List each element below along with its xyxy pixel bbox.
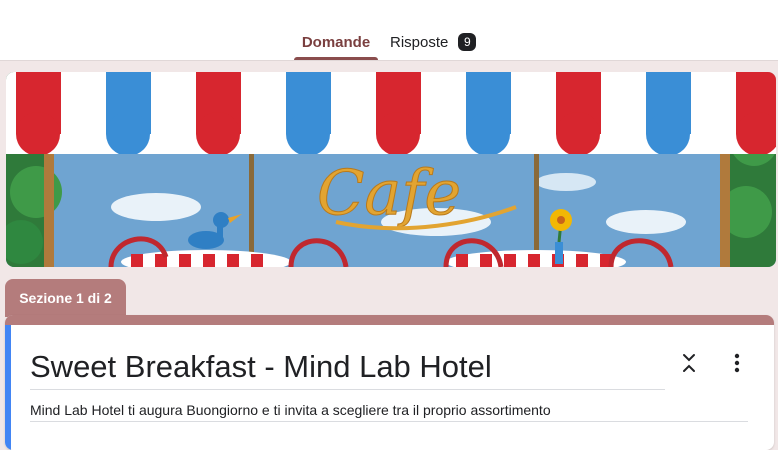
- card-focus-bar: [5, 325, 11, 450]
- cafe-sign-text: Cafe: [317, 156, 461, 229]
- responses-count-badge: 9: [458, 33, 477, 51]
- more-vert-icon: [734, 353, 740, 373]
- header-image: Cafe: [6, 72, 776, 267]
- tab-responses-label: Risposte: [390, 34, 449, 51]
- section-label: Sezione 1 di 2: [19, 290, 112, 306]
- form-header-card: Sweet Breakfast - Mind Lab Hotel Mind La…: [5, 315, 774, 450]
- tab-questions-label: Domande: [301, 34, 371, 51]
- collapse-icon: [683, 354, 695, 372]
- cafe-illustration: Cafe: [6, 72, 776, 267]
- section-indicator: Sezione 1 di 2: [5, 279, 126, 317]
- form-description[interactable]: Mind Lab Hotel ti augura Buongiorno e ti…: [30, 399, 748, 422]
- tab-responses[interactable]: Risposte 9: [390, 32, 477, 60]
- collapse-section-button[interactable]: [677, 351, 701, 375]
- tab-questions[interactable]: Domande: [294, 32, 378, 60]
- form-title[interactable]: Sweet Breakfast - Mind Lab Hotel: [30, 345, 665, 390]
- top-tab-bar: Domande Risposte 9: [0, 0, 778, 61]
- active-tab-indicator: [294, 57, 378, 60]
- card-accent-bar: [5, 315, 774, 325]
- more-options-button[interactable]: [725, 351, 749, 375]
